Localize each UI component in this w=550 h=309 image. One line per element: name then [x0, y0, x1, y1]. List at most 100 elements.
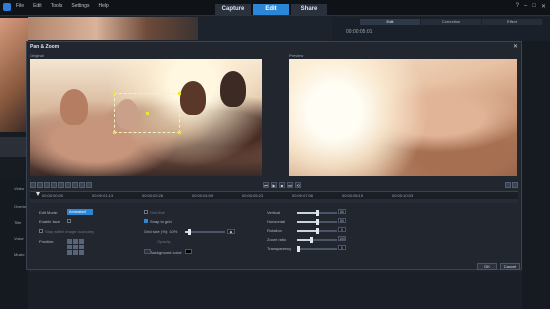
ok-button[interactable]: OK	[477, 263, 497, 270]
snap-to-grid-label: Snap to grid	[150, 219, 172, 224]
ruler-tick-label: 00:00:00:00	[42, 193, 64, 198]
position-cell[interactable]	[79, 244, 84, 250]
menu-tools[interactable]: Tools	[51, 3, 63, 9]
resize-handle[interactable]	[178, 131, 181, 134]
horizontal-value[interactable]: 50	[338, 218, 346, 223]
tab-options-edit[interactable]: Edit	[360, 19, 420, 25]
tab-capture[interactable]: Capture	[215, 4, 251, 15]
copy-keyframe-icon[interactable]	[65, 182, 71, 188]
play-icon[interactable]: ▶	[271, 182, 277, 188]
library-toolbar	[200, 17, 330, 40]
menu-help[interactable]: Help	[98, 3, 108, 9]
library-thumbnail[interactable]	[0, 18, 28, 132]
minimize-icon[interactable]: –	[524, 3, 527, 10]
tab-share[interactable]: Share	[291, 4, 327, 15]
rotation-slider[interactable]	[297, 228, 337, 234]
ruler-tick-label: 00:00:07:06	[292, 193, 314, 198]
close-icon[interactable]: ✕	[513, 43, 518, 50]
grid-size-knob[interactable]	[188, 229, 191, 235]
duration-timecode[interactable]: 00:00:05:01	[346, 29, 372, 35]
vertical-knob[interactable]	[315, 210, 319, 216]
edit-mode-select[interactable]: Animated	[67, 209, 93, 215]
person-figure	[220, 71, 246, 107]
stay-within-checkbox[interactable]	[39, 229, 43, 233]
playback-controls: ⏮ ▶ ■ ⏭ ⟲	[263, 182, 301, 188]
workspace-tabs: Capture Edit Share	[215, 4, 327, 15]
app-logo-icon	[3, 3, 11, 11]
horizontal-fill	[297, 221, 317, 223]
paste-keyframe-icon[interactable]	[72, 182, 78, 188]
next-keyframe-icon[interactable]	[58, 182, 64, 188]
enable-face-label: Enable face	[39, 219, 61, 224]
original-viewer[interactable]	[30, 59, 262, 176]
resize-handle[interactable]	[178, 92, 181, 95]
ruler-tick-label: 00:00:01:13	[92, 193, 114, 198]
repeat-icon[interactable]: ⟲	[295, 182, 301, 188]
keyframe-track[interactable]	[30, 199, 518, 203]
fit-view-icon[interactable]	[505, 182, 511, 188]
rotation-knob[interactable]	[315, 228, 319, 234]
position-cell[interactable]	[79, 250, 84, 255]
transparency-value[interactable]: 0	[338, 245, 346, 250]
prev-keyframe-icon[interactable]	[51, 182, 57, 188]
remove-keyframe-icon[interactable]	[37, 182, 43, 188]
vertical-value[interactable]: 50	[338, 209, 346, 214]
ruler-tick-label: 00:00:08:19	[342, 193, 364, 198]
vertical-slider[interactable]	[297, 210, 337, 216]
center-handle[interactable]	[146, 112, 149, 115]
transparency-knob[interactable]	[297, 246, 300, 252]
eyedropper-icon[interactable]	[144, 249, 151, 254]
transparency-slider[interactable]	[297, 246, 337, 252]
horizontal-knob[interactable]	[315, 219, 319, 225]
zoom-frame[interactable]	[113, 92, 181, 134]
position-cell[interactable]	[67, 239, 72, 244]
stop-icon[interactable]: ■	[279, 182, 285, 188]
background-color-swatch[interactable]	[185, 249, 192, 254]
zoom-ratio-knob[interactable]	[309, 237, 313, 243]
zoom-ratio-value[interactable]: 100	[338, 236, 346, 241]
preview-label: Preview	[289, 53, 304, 58]
position-cell[interactable]	[73, 239, 78, 244]
playhead-marker[interactable]	[36, 192, 40, 196]
vertical-fill	[297, 212, 317, 214]
grid-size-stepper[interactable]: ◆	[227, 229, 235, 234]
end-icon[interactable]: ⏭	[287, 182, 293, 188]
enable-face-checkbox[interactable]	[67, 219, 71, 223]
zoom-out-icon[interactable]	[86, 182, 92, 188]
position-cell[interactable]	[73, 250, 78, 255]
menu-settings[interactable]: Settings	[71, 3, 89, 9]
menu-file[interactable]: File	[16, 3, 24, 9]
library-thumbnail-secondary[interactable]	[0, 137, 28, 157]
grid-line-label: Grid line	[150, 210, 165, 215]
reverse-keyframe-icon[interactable]	[44, 182, 50, 188]
home-icon[interactable]: ⏮	[263, 182, 269, 188]
grid-line-checkbox[interactable]	[144, 210, 148, 214]
timeline-ruler[interactable]: 00:00:00:00 00:00:01:13 00:00:02:26 00:0…	[30, 191, 518, 199]
tab-edit[interactable]: Edit	[253, 4, 289, 15]
snap-to-grid-checkbox[interactable]	[144, 219, 148, 223]
position-cell[interactable]	[79, 239, 84, 244]
menu-edit[interactable]: Edit	[33, 3, 42, 9]
close-window-icon[interactable]: ✕	[541, 3, 546, 10]
fullscreen-icon[interactable]	[512, 182, 518, 188]
maximize-icon[interactable]: □	[532, 3, 536, 10]
zoom-ratio-slider[interactable]	[297, 237, 337, 243]
position-cell[interactable]	[67, 244, 72, 250]
horizontal-label: Horizontal	[267, 219, 286, 224]
ruler-tick-label: 00:00:04:09	[192, 193, 214, 198]
help-icon[interactable]: ?	[516, 3, 519, 10]
tab-options-correction[interactable]: Correction	[421, 19, 481, 25]
resize-handle[interactable]	[113, 92, 116, 95]
position-cell[interactable]	[67, 250, 72, 255]
zoom-in-icon[interactable]	[79, 182, 85, 188]
cancel-button[interactable]: Cancel	[500, 263, 520, 270]
add-keyframe-icon[interactable]	[30, 182, 36, 188]
rotation-label: Rotation	[267, 228, 282, 233]
resize-handle[interactable]	[113, 131, 116, 134]
rotation-value[interactable]: 0	[338, 227, 346, 232]
tab-options-effect[interactable]: Effect	[482, 19, 542, 25]
grid-size-slider[interactable]	[185, 229, 225, 235]
position-cell[interactable]	[73, 244, 78, 250]
options-tabs: Edit Correction Effect	[360, 19, 542, 25]
horizontal-slider[interactable]	[297, 219, 337, 225]
